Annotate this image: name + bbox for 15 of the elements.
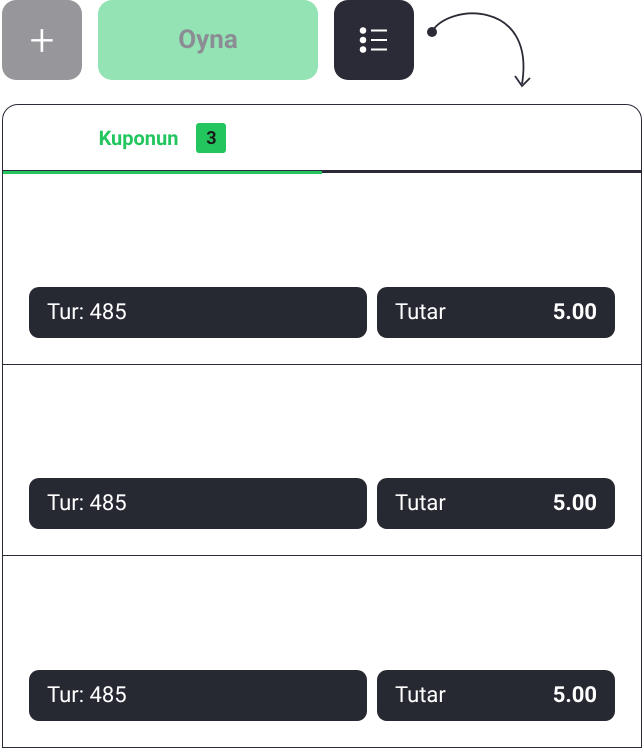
round-field: Tur: 485 — [29, 670, 367, 722]
amount-label: Tutar — [395, 298, 446, 327]
amount-label: Tutar — [395, 490, 446, 518]
count-badge: 3 — [196, 123, 226, 153]
amount-label: Tutar — [395, 682, 446, 710]
amount-value: 5.00 — [552, 490, 597, 518]
round-field: Tur: 485 — [29, 478, 367, 530]
add-button[interactable]: + — [2, 0, 82, 80]
tab-label: Kuponun — [98, 125, 178, 152]
amount-value: 5.00 — [552, 298, 597, 327]
amount-value: 5.00 — [552, 682, 597, 710]
round-field: Tur: 485 — [29, 286, 367, 338]
list-icon — [359, 27, 389, 53]
list-button[interactable] — [334, 0, 414, 80]
coupon-tab[interactable]: Kuponun 3 — [3, 105, 322, 174]
